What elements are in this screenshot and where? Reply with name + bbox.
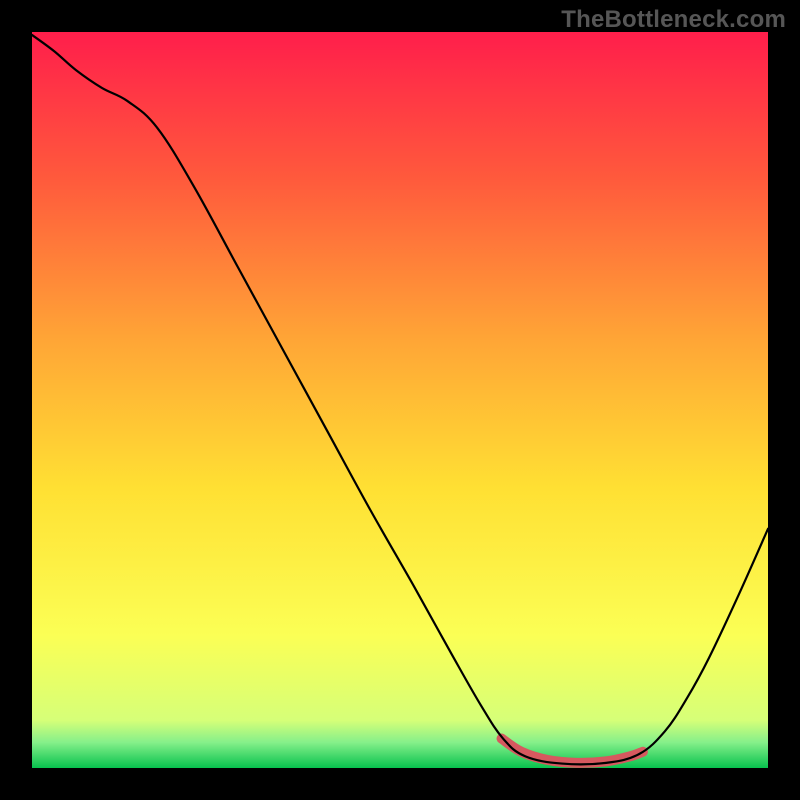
bottleneck-chart <box>0 0 800 800</box>
chart-frame: TheBottleneck.com <box>0 0 800 800</box>
plot-background <box>32 32 768 768</box>
